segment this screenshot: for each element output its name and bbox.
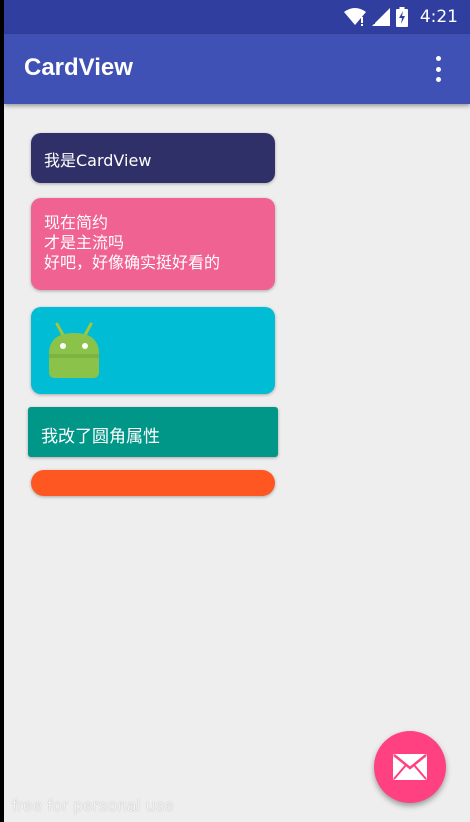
status-time: 4:21 [419, 7, 458, 27]
card-rounded-corner[interactable]: 我改了圆角属性 [28, 407, 278, 457]
cellular-signal-icon [371, 8, 390, 26]
card-cardview[interactable]: 我是CardView [31, 133, 275, 183]
card-line-1: 现在简约 [44, 213, 109, 232]
card-orange[interactable] [31, 470, 275, 496]
battery-charging-icon [395, 7, 408, 27]
watermark: free for personal use [12, 796, 175, 815]
status-bar: 4:21 [4, 0, 470, 34]
card-simple-text[interactable]: 现在简约 才是主流吗 好吧，好像确实挺好看的 [31, 198, 275, 290]
app-bar: CardView [4, 34, 470, 104]
android-robot-icon [49, 322, 99, 378]
overflow-menu-icon[interactable] [426, 56, 450, 82]
card-android-image[interactable] [31, 307, 275, 394]
app-title: CardView [24, 54, 133, 81]
card-line-2: 才是主流吗 [44, 233, 125, 252]
screen: 4:21 CardView 我是CardView 现在简约 才是主流吗 好吧，好… [4, 0, 470, 822]
wifi-icon [343, 8, 366, 26]
mail-fab-button[interactable] [374, 731, 446, 803]
card-text: 我是CardView [44, 151, 152, 170]
card-text: 我改了圆角属性 [41, 427, 160, 447]
mail-icon [393, 754, 427, 780]
card-line-3: 好吧，好像确实挺好看的 [44, 253, 221, 272]
